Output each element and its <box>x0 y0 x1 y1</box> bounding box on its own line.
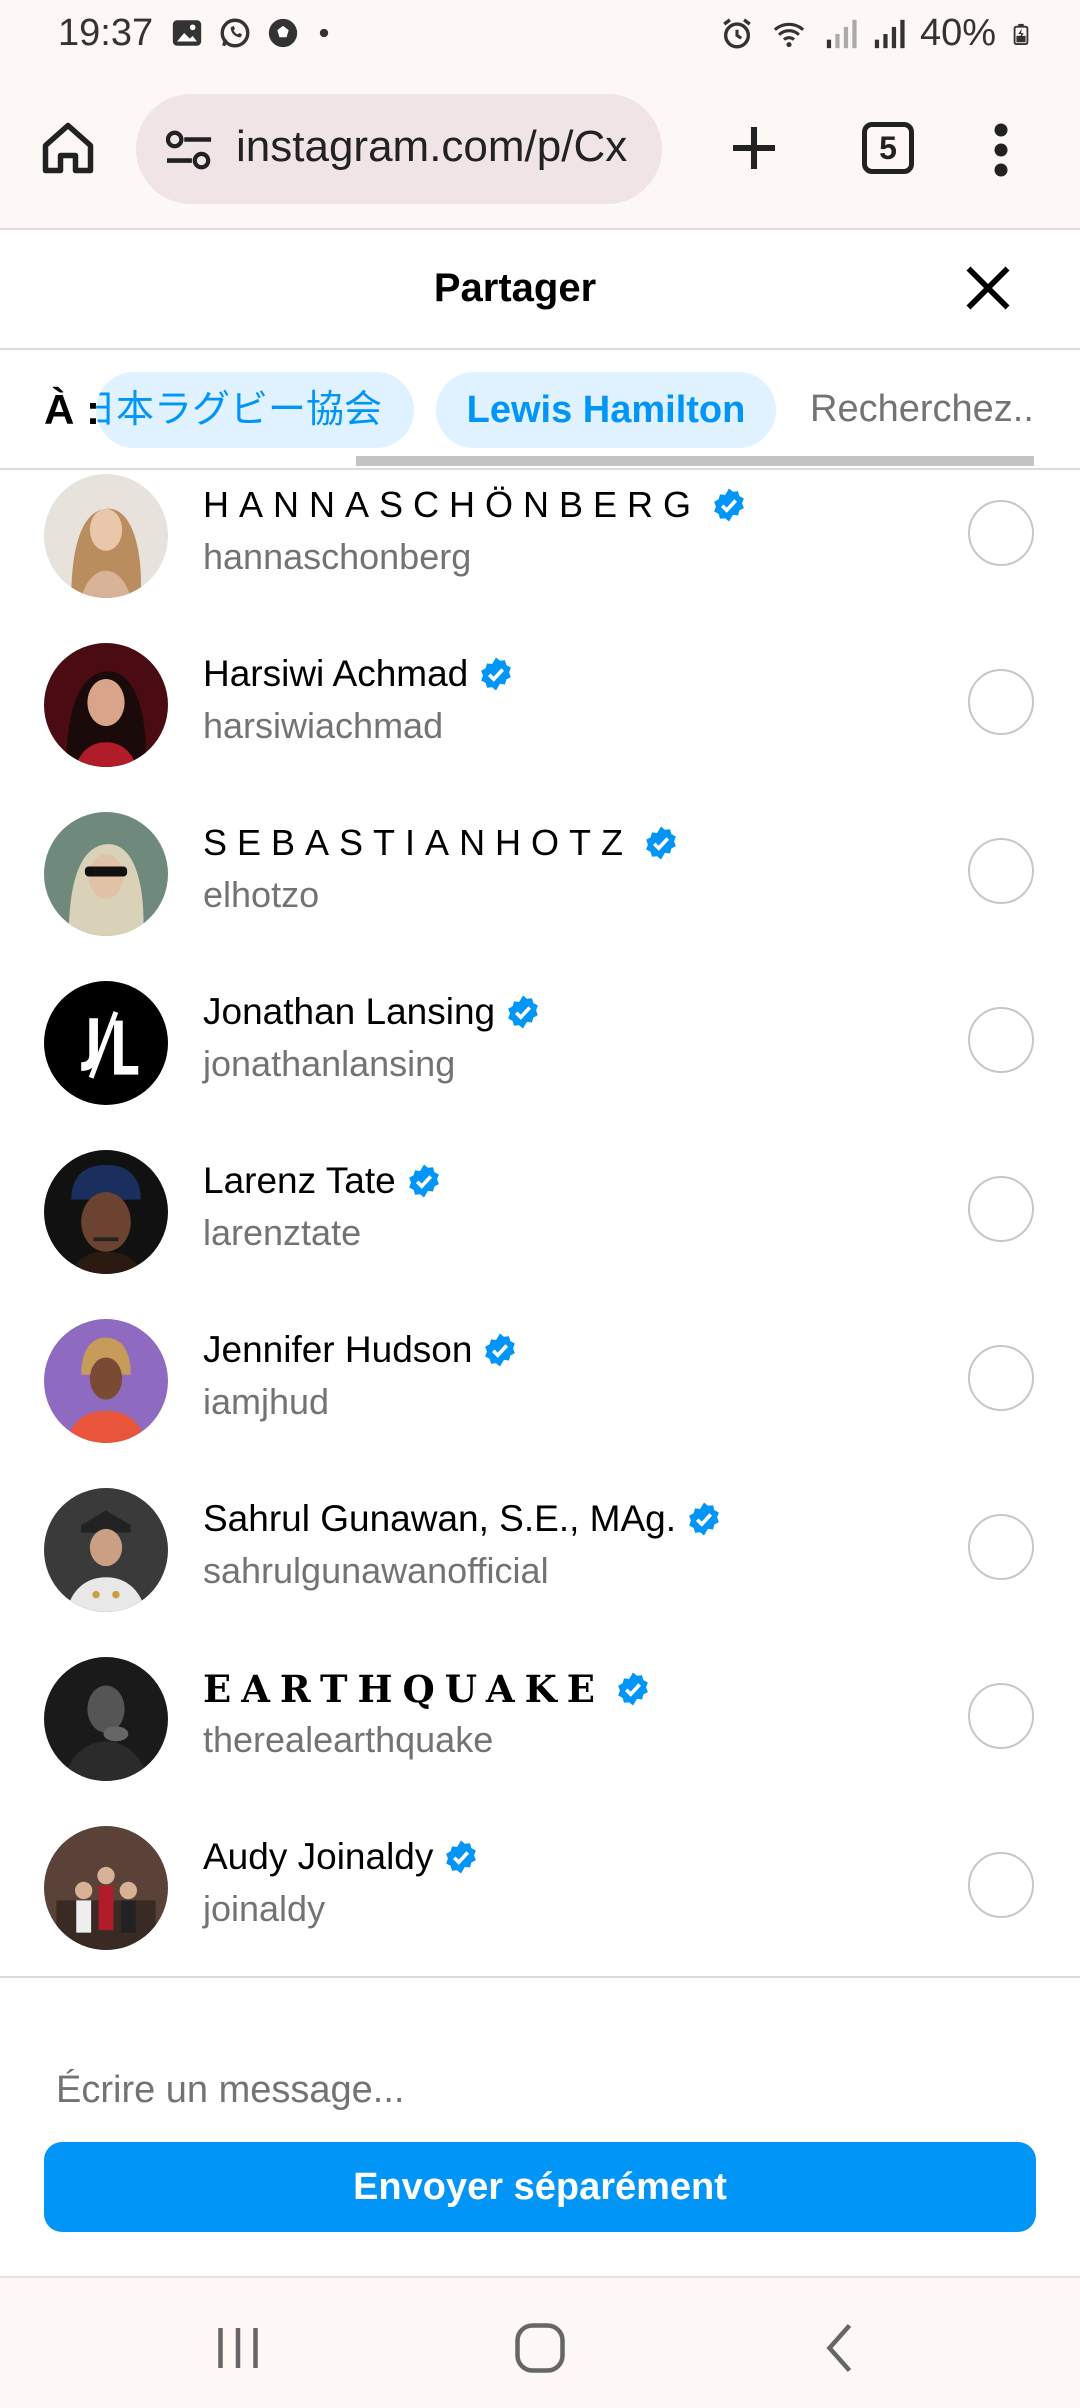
account-row[interactable]: Harsiwi Achmad harsiwiachmad <box>0 629 1080 798</box>
account-row[interactable]: EARTHQUAKE therealearthquake <box>0 1643 1080 1812</box>
gallery-icon <box>172 20 202 46</box>
verified-badge-icon <box>508 995 538 1029</box>
verified-badge-icon <box>446 1840 477 1874</box>
address-bar[interactable]: instagram.com/p/Cx <box>136 94 662 204</box>
avatar <box>44 474 168 598</box>
account-row[interactable]: HANNASCHÖNBERG hannaschonberg <box>0 470 1080 629</box>
avatar <box>44 643 168 767</box>
message-input[interactable] <box>56 2060 1016 2120</box>
recipient-chip-label: 日本ラグビー協会 <box>96 389 383 431</box>
new-tab-icon[interactable] <box>726 120 782 176</box>
select-radio[interactable] <box>968 1007 1034 1073</box>
soccer-ball-icon <box>268 18 298 48</box>
battery-percent: 40% <box>919 12 996 54</box>
account-row[interactable]: Audy Joinaldy joinaldy <box>0 1812 1080 1976</box>
account-row[interactable]: Jonathan Lansing jonathanlansing <box>0 967 1080 1136</box>
select-radio[interactable] <box>968 838 1034 904</box>
share-title: Partager <box>433 266 597 310</box>
site-settings-icon[interactable] <box>164 128 216 174</box>
suggested-accounts-list[interactable]: HANNASCHÖNBERG hannaschonberg Harsiwi Ac… <box>0 470 1080 1976</box>
recipients-scrollbar[interactable] <box>356 456 1034 466</box>
signal-icon <box>826 19 857 48</box>
select-radio[interactable] <box>968 1683 1034 1749</box>
select-radio[interactable] <box>968 1345 1034 1411</box>
wifi-icon <box>773 22 805 47</box>
account-username: jonathanlansing <box>203 1043 456 1084</box>
account-display-name: Larenz Tate <box>203 1160 396 1201</box>
avatar <box>44 1150 168 1274</box>
select-radio[interactable] <box>968 1176 1034 1242</box>
account-row[interactable]: Jennifer Hudson iamjhud <box>0 1305 1080 1474</box>
verified-badge-icon <box>646 826 676 860</box>
status-time: 19:37 <box>58 12 154 54</box>
recent-apps-icon[interactable] <box>208 2318 268 2378</box>
account-display-name: Sahrul Gunawan, S.E., MAg. <box>203 1498 677 1539</box>
overflow-menu-icon[interactable] <box>990 120 1012 180</box>
account-username: harsiwiachmad <box>203 705 444 746</box>
recipient-chip[interactable]: 日本ラグビー協会 <box>96 372 414 448</box>
verified-badge-icon <box>408 1164 439 1198</box>
system-nav-bar <box>0 2276 1080 2408</box>
account-row[interactable]: Larenz Tate larenztate <box>0 1136 1080 1305</box>
avatar <box>44 1319 168 1443</box>
dot-icon <box>319 28 329 38</box>
account-display-name: SEBASTIANHOTZ <box>203 822 634 863</box>
home-icon[interactable] <box>38 118 98 178</box>
alarm-icon <box>723 17 751 48</box>
avatar <box>44 812 168 936</box>
account-row[interactable]: Sahrul Gunawan, S.E., MAg. sahrulgunawan… <box>0 1474 1080 1643</box>
account-username: sahrulgunawanofficial <box>203 1550 549 1591</box>
account-username: larenztate <box>203 1212 362 1253</box>
tab-switcher-button[interactable]: 5 <box>862 122 914 174</box>
account-username: elhotzo <box>203 874 320 915</box>
home-nav-icon[interactable] <box>510 2318 570 2378</box>
whatsapp-icon <box>220 18 250 48</box>
avatar <box>44 981 168 1105</box>
browser-toolbar: instagram.com/p/Cx 5 <box>0 68 1080 230</box>
status-bar: 19:37 40% <box>0 0 1080 68</box>
select-radio[interactable] <box>968 669 1034 735</box>
account-display-name: Jonathan Lansing <box>203 991 496 1032</box>
status-notification-icons <box>170 16 334 50</box>
to-label: À : <box>44 386 100 433</box>
verified-badge-icon <box>481 657 512 691</box>
verified-badge-icon <box>714 488 744 522</box>
battery-charging-icon <box>1013 23 1029 45</box>
recipients-row: À : 日本ラグビー協会 Lewis Hamilton Recherchez.. <box>0 352 1080 470</box>
avatar <box>44 1488 168 1612</box>
url-text: instagram.com/p/Cx <box>236 122 628 171</box>
share-dialog-header: Partager <box>0 230 1080 350</box>
account-username: iamjhud <box>203 1381 330 1422</box>
status-system-icons: 40% <box>720 12 1032 55</box>
send-separately-button[interactable]: Envoyer séparément <box>44 2142 1036 2232</box>
select-radio[interactable] <box>968 1514 1034 1580</box>
verified-badge-icon <box>485 1333 516 1367</box>
verified-badge-icon <box>618 1672 648 1706</box>
compose-area: Envoyer séparément <box>0 1976 1080 2276</box>
account-username: hannaschonberg <box>203 536 472 577</box>
account-display-name: HANNASCHÖNBERG <box>203 484 702 525</box>
account-username: therealearthquake <box>203 1719 494 1760</box>
select-radio[interactable] <box>968 500 1034 566</box>
account-display-name: Harsiwi Achmad <box>203 653 469 694</box>
back-icon[interactable] <box>812 2318 872 2378</box>
select-radio[interactable] <box>968 1852 1034 1918</box>
avatar <box>44 1826 168 1950</box>
account-username: joinaldy <box>203 1888 326 1929</box>
avatar <box>44 1657 168 1781</box>
account-display-name: EARTHQUAKE <box>203 1667 605 1711</box>
account-display-name: Jennifer Hudson <box>203 1329 473 1370</box>
recipient-chip-label: Lewis Hamilton <box>466 389 746 431</box>
close-icon[interactable] <box>962 262 1014 314</box>
verified-badge-icon <box>689 1502 719 1536</box>
signal-icon <box>874 19 905 48</box>
recipient-search-input[interactable]: Recherchez.. <box>810 388 1034 431</box>
recipient-chip[interactable]: Lewis Hamilton <box>436 372 776 448</box>
account-display-name: Audy Joinaldy <box>203 1836 434 1877</box>
account-row[interactable]: SEBASTIANHOTZ elhotzo <box>0 798 1080 967</box>
